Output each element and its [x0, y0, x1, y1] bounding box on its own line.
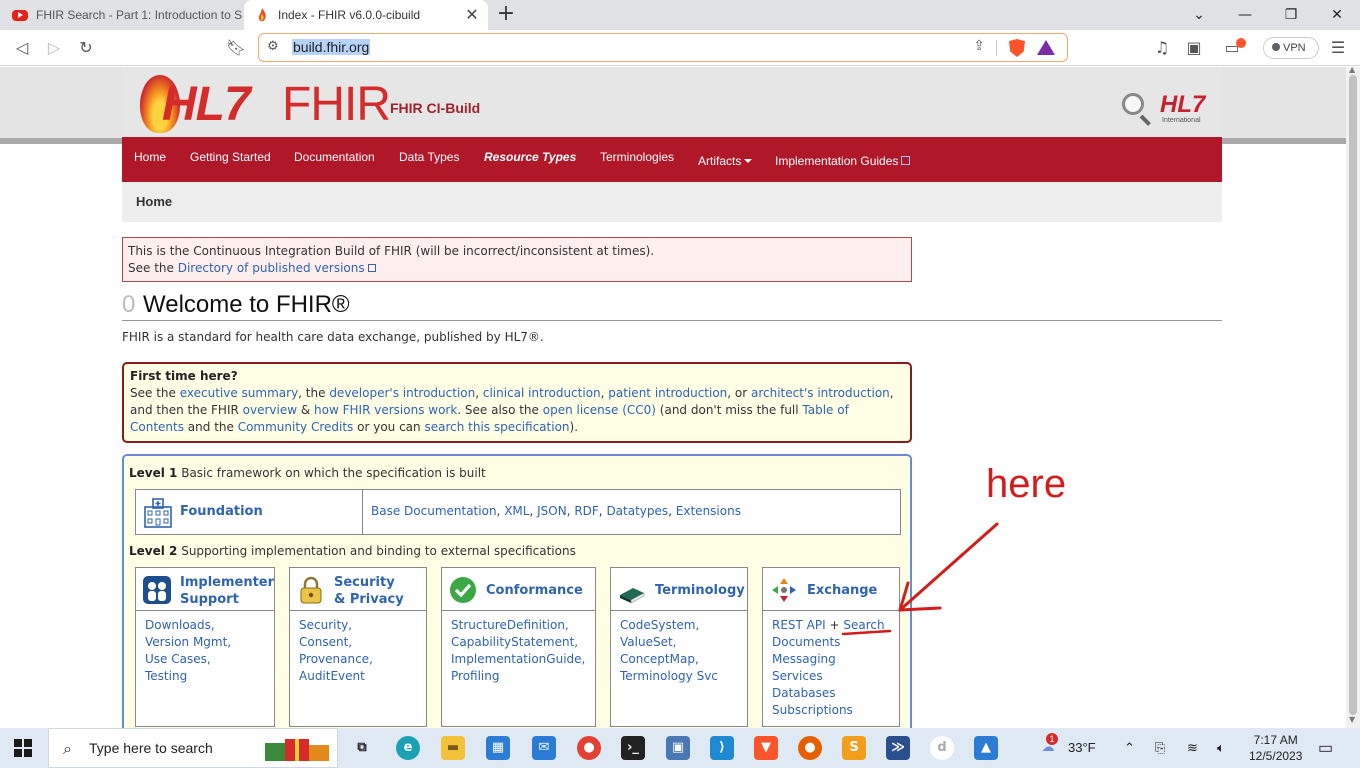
firefox-icon[interactable]: ●	[798, 736, 822, 760]
scrollbar-thumb[interactable]	[1349, 75, 1357, 715]
vscode-icon[interactable]: ⟩	[710, 736, 734, 760]
taskbar-search-placeholder: Type here to search	[89, 740, 213, 756]
sidebar-icon[interactable]: ▣	[1182, 36, 1206, 60]
terminal-icon[interactable]: ›_	[621, 736, 645, 760]
menu-icon[interactable]: ☰	[1326, 36, 1350, 60]
tab-fhir-index[interactable]: Index - FHIR v6.0.0-cibuild ✕	[244, 0, 488, 30]
weather-temp[interactable]: 33°F	[1068, 740, 1096, 755]
address-bar[interactable]: ⚙︎ build.fhir.org ⇪	[258, 33, 1068, 62]
minimize-icon[interactable]: —	[1222, 0, 1268, 30]
brave-icon[interactable]: ▼	[754, 736, 778, 760]
vpn-button[interactable]: VPN	[1263, 37, 1319, 59]
task-view-icon[interactable]: ⧉	[350, 736, 374, 760]
vpn-label: VPN	[1283, 42, 1306, 54]
clock-time: 7:17 AM	[1253, 733, 1298, 747]
annotation-arrow	[841, 522, 999, 636]
remote-desktop-icon[interactable]: ▣	[666, 736, 690, 760]
file-explorer-icon[interactable]: ▬	[441, 736, 465, 760]
close-tab-icon[interactable]: ✕	[462, 5, 482, 25]
scroll-down-icon[interactable]: ▼	[1349, 715, 1355, 724]
windows-start-icon[interactable]	[14, 739, 32, 757]
sublime-text-icon[interactable]: S	[842, 736, 866, 760]
windows-taskbar: ⌕ Type here to search ⧉ e ▬ ▦ ✉ ● ›_ ▣ ⟩…	[0, 728, 1360, 768]
wifi-icon[interactable]: ≋	[1187, 740, 1198, 756]
new-tab-button[interactable]: +	[494, 3, 518, 27]
site-settings-icon[interactable]: ⚙︎	[267, 39, 279, 54]
url-text[interactable]: build.fhir.org	[292, 39, 371, 55]
vpn-status-icon	[1272, 43, 1280, 51]
brave-shields-icon[interactable]	[1009, 39, 1025, 57]
tab-search-chevron-icon[interactable]: ⌄	[1176, 0, 1222, 30]
system-clock[interactable]: 7:17 AM 12/5/2023	[1249, 732, 1302, 764]
chrome-icon[interactable]: ●	[577, 736, 601, 760]
back-icon[interactable]: ◁	[10, 36, 34, 60]
edge-icon[interactable]: e	[396, 736, 420, 760]
fhir-flame-icon	[258, 8, 266, 22]
close-window-icon[interactable]: ✕	[1314, 0, 1360, 30]
tab-fhir-search-video[interactable]: FHIR Search - Part 1: Introduction to S	[0, 0, 242, 30]
page-scrollbar[interactable]: ▲ ▼	[1346, 65, 1360, 728]
share-icon[interactable]: ⇪	[973, 38, 985, 54]
weather-badge: 1	[1046, 733, 1058, 745]
d-app-icon[interactable]: d	[930, 736, 954, 760]
restore-icon[interactable]: ❐	[1268, 0, 1314, 30]
page-content: HL7 FHIR FHIR CI-Build HL7 International…	[0, 67, 1346, 728]
forward-icon[interactable]: ▷	[42, 36, 66, 60]
taskbar-search[interactable]: ⌕ Type here to search	[48, 728, 338, 768]
scroll-up-icon[interactable]: ▲	[1349, 65, 1355, 74]
reload-icon[interactable]: ↻	[74, 36, 98, 60]
search-icon: ⌕	[63, 739, 72, 758]
notifications-icon[interactable]: ▭	[1318, 738, 1333, 758]
network-adapter-icon[interactable]: ⎘	[1155, 740, 1165, 756]
divider	[996, 40, 997, 56]
notification-dot	[1236, 38, 1246, 48]
bookmark-icon[interactable]: 🔖︎	[224, 36, 248, 60]
volume-icon[interactable]: 🔈︎	[1217, 740, 1225, 756]
brave-rewards-icon[interactable]	[1037, 40, 1055, 55]
youtube-icon	[12, 9, 28, 21]
media-icon[interactable]: ♫	[1150, 36, 1174, 60]
tab-title: FHIR Search - Part 1: Introduction to S	[36, 8, 242, 22]
store-icon[interactable]: ▦	[486, 736, 510, 760]
photos-icon[interactable]: ▲	[974, 736, 998, 760]
gifts-icon[interactable]	[263, 735, 333, 763]
mail-icon[interactable]: ✉	[532, 736, 556, 760]
tray-chevron-icon[interactable]: ⌃	[1124, 740, 1135, 756]
clock-date: 12/5/2023	[1249, 749, 1303, 763]
tab-strip: FHIR Search - Part 1: Introduction to S …	[0, 0, 1360, 30]
browser-toolbar: ◁ ▷ ↻ 🔖︎ ⚙︎ build.fhir.org ⇪ ♫ ▣ ▭ VPN ☰	[0, 30, 1360, 66]
powershell-icon[interactable]: ≫	[886, 736, 910, 760]
tab-title: Index - FHIR v6.0.0-cibuild	[278, 8, 421, 22]
